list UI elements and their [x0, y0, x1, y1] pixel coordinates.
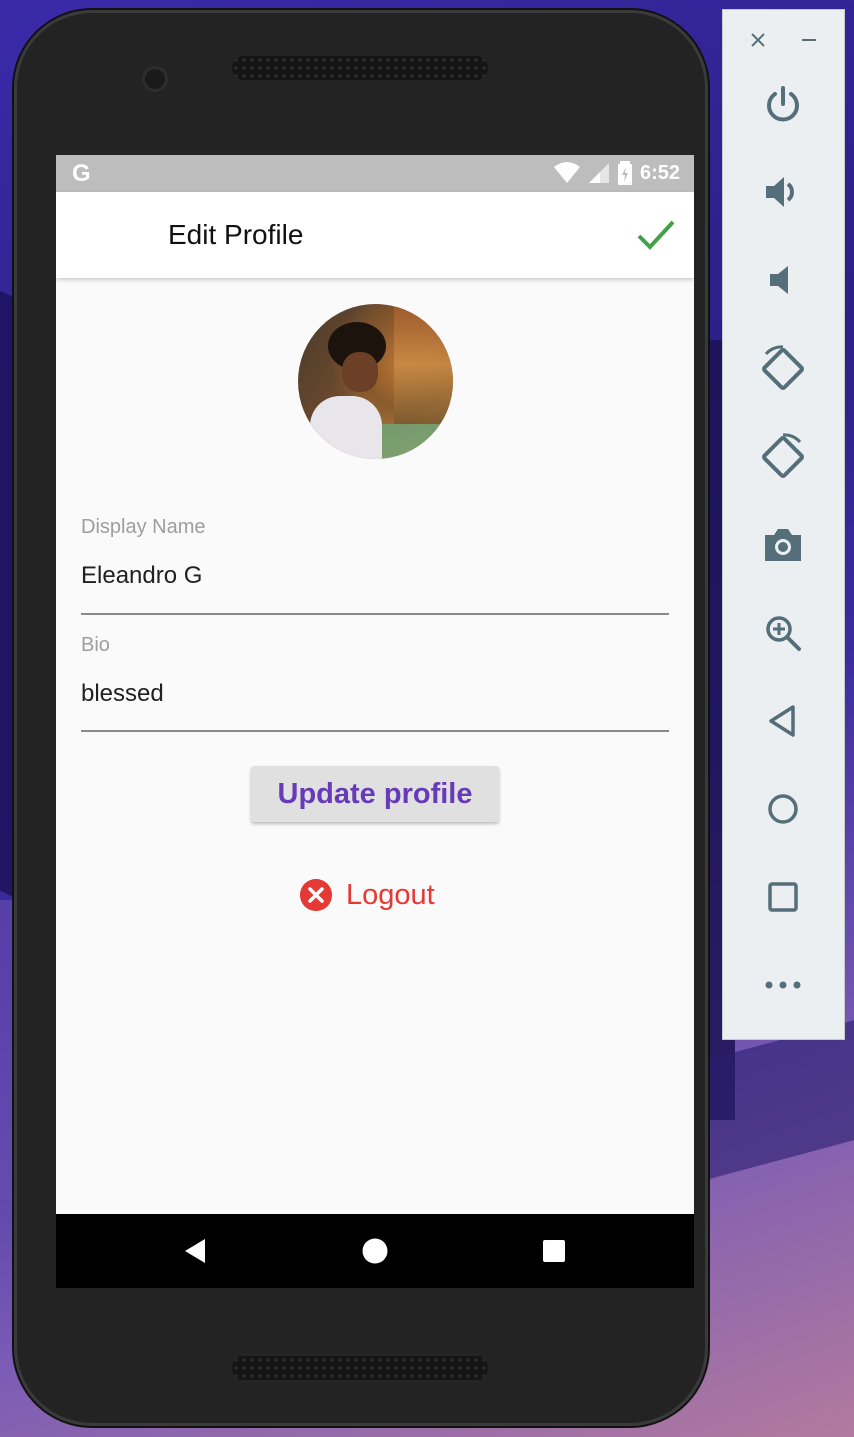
close-icon[interactable]: [750, 32, 766, 48]
volume-up-button[interactable]: [753, 162, 813, 222]
power-button[interactable]: [753, 75, 813, 135]
rotate-left-icon: [762, 345, 804, 390]
screenshot-button[interactable]: [753, 515, 813, 575]
device-screen: G 6:52 Edit Profile Display Name Eleandr…: [56, 155, 694, 1288]
toolbar-home-button[interactable]: [753, 779, 813, 839]
display-name-field[interactable]: Eleandro G: [81, 562, 202, 590]
android-nav-bar: [56, 1214, 694, 1288]
signal-icon: [588, 163, 609, 183]
check-icon[interactable]: [636, 218, 676, 254]
home-icon[interactable]: [362, 1238, 388, 1264]
display-name-label: Display Name: [81, 516, 206, 538]
front-camera: [142, 66, 168, 92]
google-icon: G: [72, 160, 91, 187]
overview-icon: [768, 882, 798, 912]
page-title: Edit Profile: [168, 219, 304, 250]
logout-button[interactable]: Logout: [300, 873, 435, 917]
toolbar-back-button[interactable]: [753, 691, 813, 751]
back-icon: [769, 705, 795, 737]
volume-up-icon: [766, 177, 794, 207]
volume-down-icon: [770, 266, 788, 294]
bio-field[interactable]: blessed: [81, 680, 164, 708]
display-name-underline: [81, 613, 669, 615]
close-circle-icon: [300, 879, 332, 911]
more-options-button[interactable]: [753, 955, 813, 1015]
camera-icon: [765, 529, 801, 561]
zoom-button[interactable]: [753, 603, 813, 663]
wifi-icon: [553, 162, 580, 183]
update-profile-button[interactable]: Update profile: [251, 766, 499, 822]
status-time: 6:52: [639, 161, 680, 184]
zoom-icon: [766, 616, 801, 651]
battery-icon: [617, 161, 632, 185]
rotate-left-button[interactable]: [753, 339, 813, 399]
power-icon: [767, 86, 799, 122]
app-bar: Edit Profile: [56, 192, 694, 278]
volume-down-button[interactable]: [753, 250, 813, 310]
status-bar: G 6:52: [56, 155, 694, 192]
rotate-right-icon: [762, 433, 804, 478]
bio-label: Bio: [81, 634, 110, 656]
minimize-icon[interactable]: [801, 32, 817, 48]
emulator-toolbar: [722, 9, 845, 1040]
overview-icon[interactable]: [543, 1240, 565, 1262]
rotate-right-button[interactable]: [753, 427, 813, 487]
more-icon: [765, 981, 801, 989]
logout-label: Logout: [346, 878, 435, 911]
phone-frame: G 6:52 Edit Profile Display Name Eleandr…: [14, 10, 708, 1426]
bottom-speaker: [232, 1356, 488, 1380]
top-speaker: [232, 56, 488, 80]
bio-underline: [81, 730, 669, 732]
home-icon: [768, 794, 798, 824]
avatar[interactable]: [298, 304, 453, 459]
back-icon[interactable]: [183, 1238, 207, 1264]
toolbar-overview-button[interactable]: [753, 867, 813, 927]
